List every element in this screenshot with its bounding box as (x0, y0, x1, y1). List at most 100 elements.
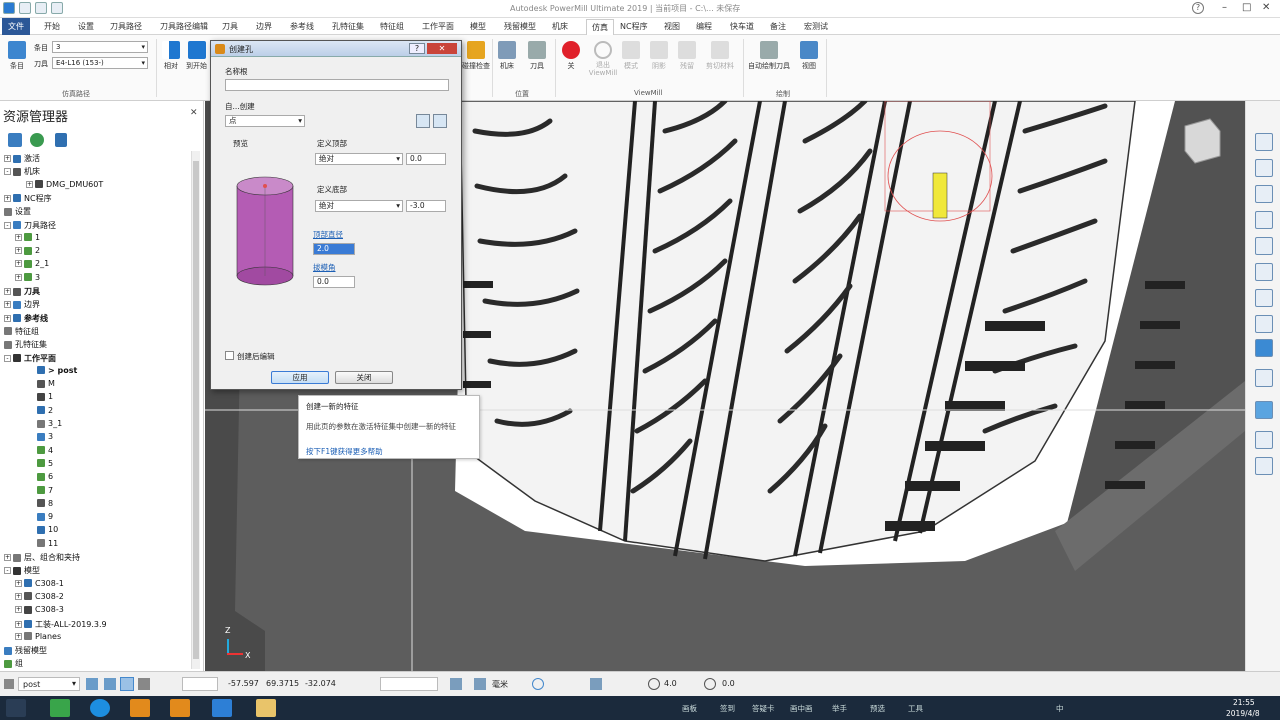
taskbar-tool-6[interactable]: 预选 (870, 703, 885, 714)
tree-item[interactable]: 残留模型 (4, 645, 47, 658)
tree-item[interactable]: + C308-2 (15, 592, 64, 605)
relative-button[interactable]: 相对 (162, 41, 180, 71)
help-icon[interactable]: ? (409, 43, 425, 54)
zoom-fit-icon[interactable] (1255, 315, 1273, 333)
tree-item[interactable]: 9 (37, 512, 53, 525)
expand-icon[interactable]: + (15, 620, 22, 628)
workplane-select[interactable]: post ▾ (18, 677, 80, 691)
target-icon[interactable] (532, 678, 544, 690)
tree-item[interactable]: 特征组 (4, 326, 39, 339)
menu-4[interactable]: 刀具路径编辑 (160, 21, 208, 32)
tree-item[interactable]: 7 (37, 486, 53, 499)
tree-item[interactable]: - 刀具路径 (4, 220, 56, 233)
tool-axis-icon[interactable] (590, 678, 602, 690)
bottom-value-input[interactable]: -3.0 (406, 200, 446, 212)
tree-item[interactable]: > post (37, 366, 77, 379)
menu-16[interactable]: 视图 (664, 21, 680, 32)
menu-2[interactable]: 设置 (78, 21, 94, 32)
menu-17[interactable]: 编程 (696, 21, 712, 32)
item-button[interactable]: 条目 (8, 41, 26, 71)
top-diameter-link[interactable]: 顶部直径 (313, 229, 343, 240)
tree-item[interactable]: + 激活 (4, 153, 40, 166)
expand-icon[interactable]: + (4, 314, 11, 322)
shading-button[interactable]: 阴影 (650, 41, 668, 71)
grid-icon[interactable] (450, 678, 462, 690)
taskbar-tool-4[interactable]: 画中画 (790, 703, 813, 714)
top-mode-select[interactable]: 绝对 (315, 153, 403, 165)
wireframe-icon[interactable] (1255, 369, 1273, 387)
menu-15[interactable]: NC程序 (620, 21, 648, 32)
expand-icon[interactable]: + (15, 233, 22, 241)
rest-button[interactable]: 残留 (678, 41, 696, 71)
menu-1[interactable]: 开始 (44, 21, 60, 32)
tree-item[interactable]: + DMG_DMU60T (26, 180, 103, 193)
menu-8[interactable]: 孔特征集 (332, 21, 364, 32)
expand-icon[interactable]: + (15, 247, 22, 255)
rotate-icon[interactable] (1255, 211, 1273, 229)
taskbar-tool-1[interactable]: 画板 (682, 703, 697, 714)
tree-view-icon[interactable] (8, 133, 22, 147)
refresh-icon[interactable] (1255, 263, 1273, 281)
draft-angle-link[interactable]: 拔模角 (313, 262, 336, 273)
expand-icon[interactable]: + (4, 194, 11, 202)
input-box[interactable] (380, 677, 438, 691)
collapse-icon[interactable]: - (4, 354, 11, 362)
bottom-mode-select[interactable]: 绝对 (315, 200, 403, 212)
tree-item[interactable]: + Planes (15, 632, 61, 645)
zoom-icon[interactable] (1255, 237, 1273, 255)
tree-item[interactable]: 4 (37, 446, 53, 459)
delete-icon[interactable] (55, 133, 67, 147)
app-icon[interactable] (212, 699, 232, 717)
top-value-input[interactable]: 0.0 (406, 153, 446, 165)
taskbar-tool-2[interactable]: 签到 (720, 703, 735, 714)
tree-item[interactable]: 5 (37, 459, 53, 472)
pick-icon[interactable] (416, 114, 430, 128)
expand-icon[interactable]: + (4, 554, 11, 561)
dialog-titlebar[interactable]: 创建孔 ? ✕ (211, 41, 461, 57)
tree-item[interactable]: 组 (4, 658, 23, 671)
tree-item[interactable]: 3_1 (37, 419, 62, 432)
expand-icon[interactable]: + (26, 180, 33, 188)
menu-9[interactable]: 特征组 (380, 21, 404, 32)
collapse-icon[interactable]: - (4, 221, 11, 229)
tree-item[interactable]: +2 (15, 246, 40, 259)
draft-angle-input[interactable]: 0.0 (313, 276, 355, 288)
menu-18[interactable]: 快车道 (730, 21, 754, 32)
toolbar-icon[interactable] (104, 678, 116, 690)
view-button[interactable]: 视图 (800, 41, 818, 71)
tool-button[interactable]: 刀具 (528, 41, 546, 71)
lang-indicator[interactable]: 中 (1056, 703, 1064, 714)
exit-viewmill-button[interactable]: 退出ViewMill (588, 41, 618, 77)
view-box-icon[interactable] (1255, 185, 1273, 203)
menu-12[interactable]: 残留模型 (504, 21, 536, 32)
tree-item[interactable]: + C308-3 (15, 605, 64, 618)
solid-icon[interactable] (1255, 401, 1273, 419)
menu-19[interactable]: 备注 (770, 21, 786, 32)
tree-item[interactable]: - 机床 (4, 166, 40, 179)
expand-icon[interactable]: + (15, 606, 22, 614)
tree-item[interactable]: + 参考线 (4, 313, 48, 326)
tree-item[interactable]: 8 (37, 499, 53, 512)
toolbar-icon[interactable] (86, 678, 98, 690)
toolbar-icon[interactable] (120, 677, 134, 691)
ruler-icon[interactable] (474, 678, 486, 690)
tree-item[interactable]: 10 (37, 525, 58, 538)
zoom-box-icon[interactable] (1255, 289, 1273, 307)
tree-item[interactable]: + 刀具 (4, 286, 40, 299)
close-button[interactable]: 关闭 (335, 371, 393, 384)
auto-draw-tool-button[interactable]: 自动绘制刀具 (748, 41, 790, 71)
taskbar-tool-7[interactable]: 工具 (908, 703, 923, 714)
collision-check-button[interactable]: 碰撞检查 (462, 41, 490, 71)
tree-item[interactable]: + 工装-ALL-2019.3.9 (15, 619, 107, 632)
close-icon[interactable]: ✕ (427, 43, 457, 54)
expand-icon[interactable]: + (15, 260, 22, 268)
view-iso-icon[interactable] (1255, 133, 1273, 151)
undo-icon[interactable] (51, 2, 63, 14)
collapse-icon[interactable]: - (4, 567, 11, 575)
menu-7[interactable]: 参考线 (290, 21, 314, 32)
menu-5[interactable]: 刀具 (222, 21, 238, 32)
globe-icon[interactable] (30, 133, 44, 147)
start-icon[interactable] (6, 699, 26, 717)
tree-item[interactable]: + 层、组合和夹持 (4, 552, 80, 565)
mode-button[interactable]: 模式 (622, 41, 640, 71)
